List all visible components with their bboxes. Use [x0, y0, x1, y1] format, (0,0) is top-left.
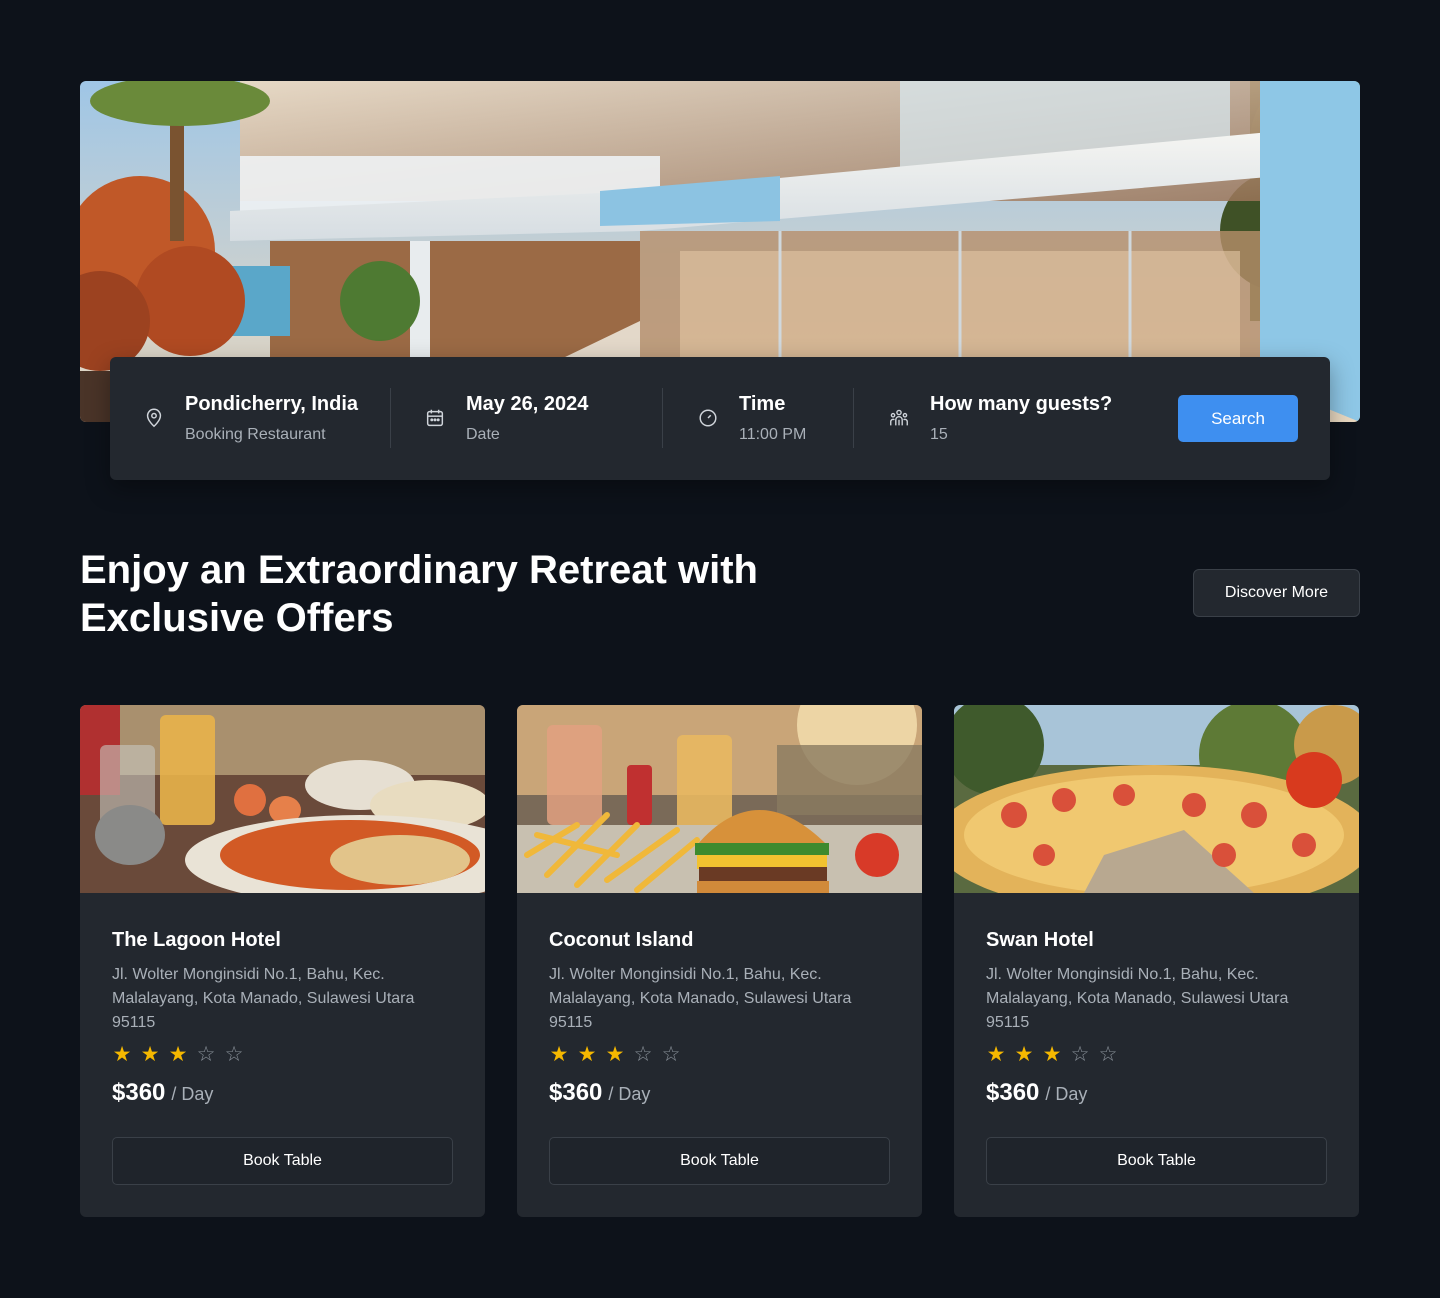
offer-card: Swan Hotel Jl. Wolter Monginsidi No.1, B…	[954, 705, 1359, 1217]
price-amount: $360	[986, 1079, 1040, 1106]
price: $360 / Day	[549, 1079, 894, 1107]
section-heading-line1: Enjoy an Extraordinary Retreat with	[80, 548, 758, 592]
card-address: Jl. Wolter Monginsidi No.1, Bahu, Kec. M…	[986, 966, 1289, 1031]
star-filled-icon: ★	[549, 1043, 569, 1066]
divider	[662, 388, 663, 448]
star-filled-icon: ★	[605, 1043, 625, 1066]
guests-count: 15	[930, 426, 948, 443]
star-filled-icon: ★	[577, 1043, 597, 1066]
booking-search-bar: Pondicherry, India Booking Restaurant Ma…	[110, 357, 1330, 480]
star-filled-icon: ★	[1042, 1043, 1062, 1066]
star-outline-icon: ☆	[1098, 1043, 1118, 1066]
divider	[390, 388, 391, 448]
search-button[interactable]: Search	[1178, 395, 1298, 442]
card-title: Swan Hotel	[986, 929, 1094, 951]
offer-card: The Lagoon Hotel Jl. Wolter Monginsidi N…	[80, 705, 485, 1217]
time-label: 11:00 PM	[739, 426, 807, 443]
star-filled-icon: ★	[1014, 1043, 1034, 1066]
book-table-button[interactable]: Book Table	[112, 1137, 453, 1185]
star-filled-icon: ★	[140, 1043, 160, 1066]
divider	[853, 388, 854, 448]
book-table-button[interactable]: Book Table	[549, 1137, 890, 1185]
section-heading: Enjoy an Extraordinary Retreat with Excl…	[80, 546, 840, 642]
card-address: Jl. Wolter Monginsidi No.1, Bahu, Kec. M…	[112, 966, 415, 1031]
location-value: Pondicherry, India	[185, 393, 358, 415]
card-image	[954, 705, 1359, 893]
price-unit: / Day	[171, 1084, 214, 1104]
card-title: Coconut Island	[549, 929, 694, 951]
section-heading-line2: Exclusive Offers	[80, 596, 394, 640]
clock-icon	[697, 407, 719, 429]
guests-value: How many guests?	[930, 393, 1113, 415]
price: $360 / Day	[986, 1079, 1331, 1107]
card-address: Jl. Wolter Monginsidi No.1, Bahu, Kec. M…	[549, 966, 852, 1031]
price-amount: $360	[112, 1079, 166, 1106]
guests-field[interactable]: How many guests? 15	[888, 388, 1112, 448]
users-icon	[888, 407, 910, 429]
card-image	[80, 705, 485, 893]
date-label: Date	[466, 426, 500, 443]
star-rating: ★ ★ ★ ☆ ☆	[112, 1043, 457, 1066]
calendar-icon	[424, 407, 446, 429]
time-field[interactable]: Time 11:00 PM	[697, 388, 806, 448]
star-outline-icon: ☆	[224, 1043, 244, 1066]
pizza-photo	[954, 705, 1359, 893]
book-table-button[interactable]: Book Table	[986, 1137, 1327, 1185]
burger-photo	[517, 705, 922, 893]
time-value: Time	[739, 393, 786, 415]
price-amount: $360	[549, 1079, 603, 1106]
date-value: May 26, 2024	[466, 393, 589, 415]
curry-photo	[80, 705, 485, 893]
card-title: The Lagoon Hotel	[112, 929, 281, 951]
price: $360 / Day	[112, 1079, 457, 1107]
star-outline-icon: ☆	[196, 1043, 216, 1066]
star-outline-icon: ☆	[633, 1043, 653, 1066]
card-image	[517, 705, 922, 893]
star-rating: ★ ★ ★ ☆ ☆	[986, 1043, 1331, 1066]
star-outline-icon: ☆	[661, 1043, 681, 1066]
location-field[interactable]: Pondicherry, India Booking Restaurant	[143, 388, 358, 448]
star-filled-icon: ★	[112, 1043, 132, 1066]
star-filled-icon: ★	[168, 1043, 188, 1066]
date-field[interactable]: May 26, 2024 Date	[424, 388, 588, 448]
offer-card: Coconut Island Jl. Wolter Monginsidi No.…	[517, 705, 922, 1217]
star-outline-icon: ☆	[1070, 1043, 1090, 1066]
star-rating: ★ ★ ★ ☆ ☆	[549, 1043, 894, 1066]
star-filled-icon: ★	[986, 1043, 1006, 1066]
price-unit: / Day	[1045, 1084, 1088, 1104]
price-unit: / Day	[608, 1084, 651, 1104]
location-pin-icon	[143, 407, 165, 429]
location-label: Booking Restaurant	[185, 426, 326, 443]
discover-more-button[interactable]: Discover More	[1193, 569, 1360, 617]
